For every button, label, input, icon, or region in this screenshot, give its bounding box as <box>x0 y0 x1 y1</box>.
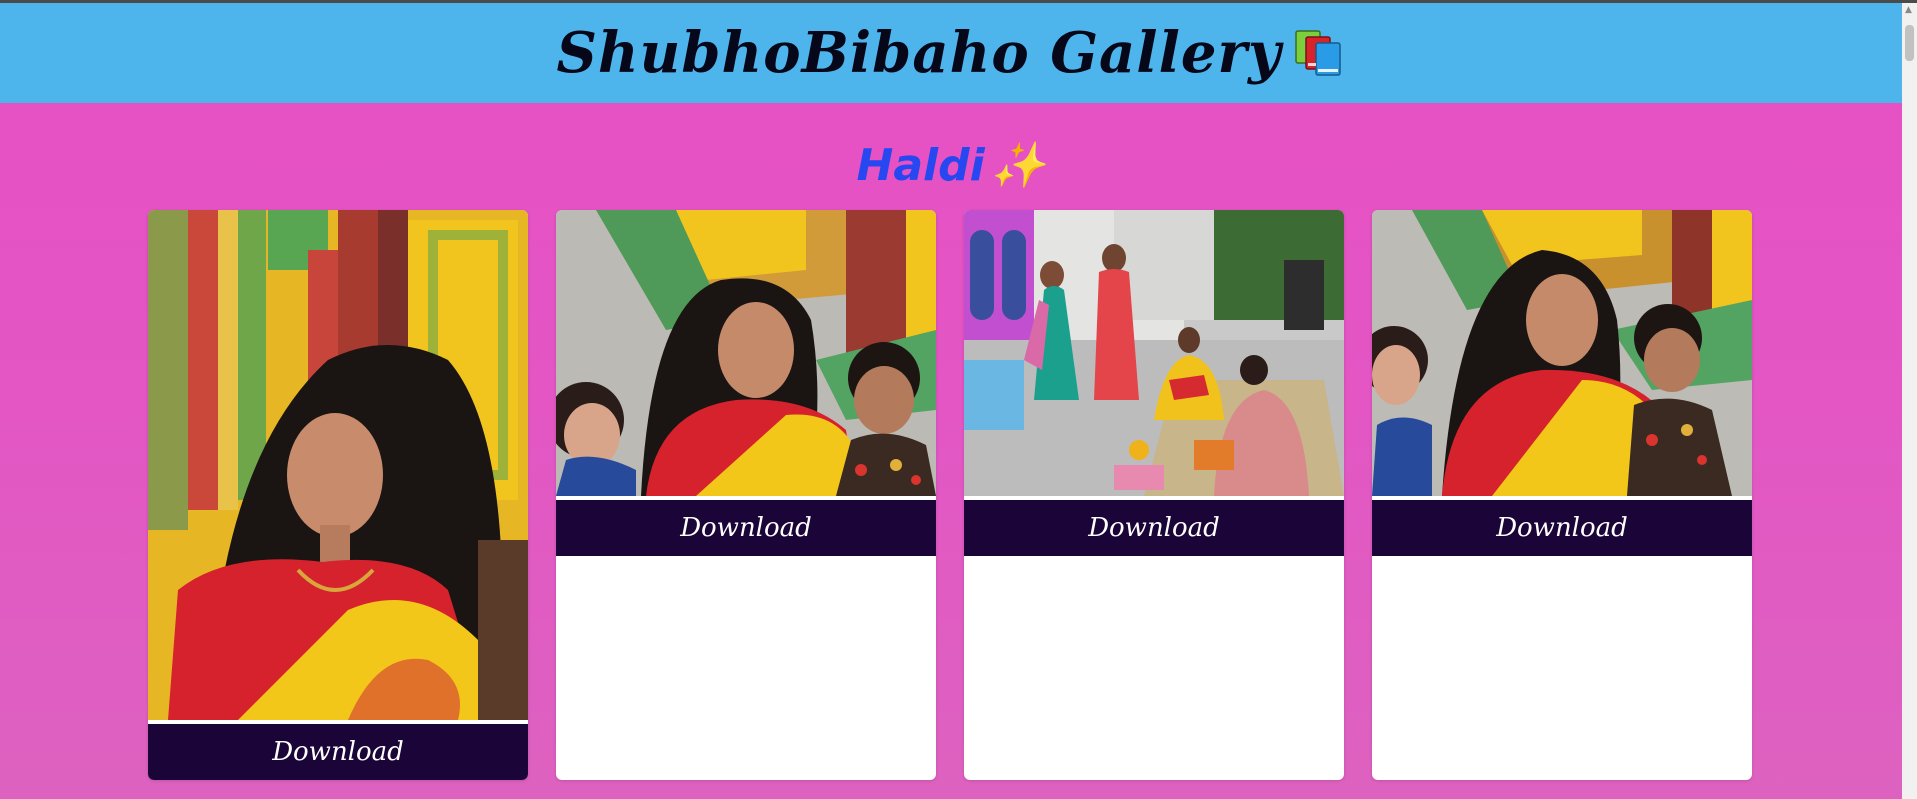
gallery-card: Download <box>148 210 528 780</box>
gallery-card: Download <box>1372 210 1752 780</box>
photo-haldi-ceremony-courtyard[interactable] <box>964 210 1344 496</box>
site-header: ShubhoBibaho Gallery <box>0 3 1902 103</box>
download-button[interactable]: Download <box>148 724 528 780</box>
photo-woman-with-two-children[interactable] <box>556 210 936 496</box>
download-button[interactable]: Download <box>964 500 1344 556</box>
vertical-scrollbar[interactable]: ▲ <box>1902 3 1917 799</box>
site-title: ShubhoBibaho Gallery <box>556 20 1282 86</box>
download-button[interactable]: Download <box>1372 500 1752 556</box>
gallery-grid: Download Download Download Download <box>148 210 1754 780</box>
photo-woman-with-children-temple[interactable] <box>1372 210 1752 496</box>
gallery-card: Download <box>964 210 1344 780</box>
scrollbar-thumb[interactable] <box>1905 25 1914 61</box>
section-title: Haldi ✨ <box>0 139 1902 191</box>
page: ShubhoBibaho Gallery Haldi ✨ Download Do… <box>0 3 1902 799</box>
sparkles-icon: ✨ <box>990 140 1046 191</box>
photo-portrait-woman-yellow-saree[interactable] <box>148 210 528 720</box>
scroll-up-arrow-icon[interactable]: ▲ <box>1905 5 1912 15</box>
download-button[interactable]: Download <box>556 500 936 556</box>
books-icon <box>1294 25 1346 81</box>
gallery-card: Download <box>556 210 936 780</box>
section-title-text: Haldi <box>856 140 985 191</box>
